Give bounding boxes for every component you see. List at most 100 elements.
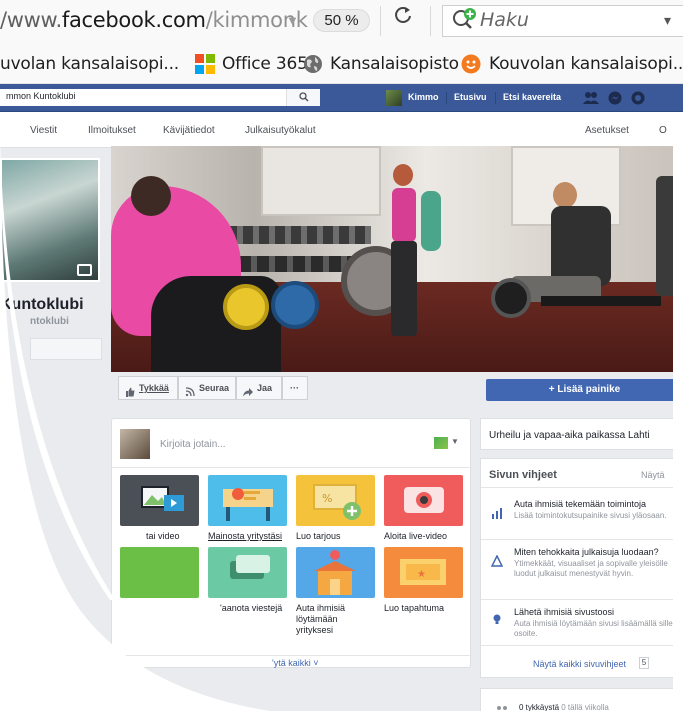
likes-count: 0 tykkäystä: [519, 703, 560, 711]
tab-notifications[interactable]: Ilmoitukset: [88, 125, 136, 136]
tile-green[interactable]: [120, 547, 199, 598]
facebook-search-button[interactable]: [286, 89, 320, 106]
show-all-link[interactable]: 'ytä kaikki ˅: [272, 658, 319, 668]
messenger-icon[interactable]: [608, 91, 622, 105]
tile-label-event[interactable]: Luo tapahtuma: [384, 603, 444, 614]
likes-people-icon: [495, 702, 509, 711]
tile-label-promote[interactable]: Mainosta yritystäsi: [208, 531, 282, 542]
like-label: Tykkää: [139, 383, 169, 393]
create-username-button[interactable]: [30, 338, 102, 360]
tip-desc-2: Ytimekkäät, visuaaliset ja sopivalle yle…: [514, 559, 668, 578]
divider: [112, 655, 472, 656]
tab-insights[interactable]: Kävijätiedot: [163, 125, 215, 136]
camera-icon[interactable]: [77, 264, 92, 276]
bookmark-office-365[interactable]: Office 365: [222, 54, 308, 74]
zoom-level-badge[interactable]: 50 %: [313, 9, 370, 32]
tip-title-3[interactable]: Lähetä ihmisiä sivustoosi: [514, 607, 614, 617]
tip-title-1[interactable]: Auta ihmisiä tekemään toimintoja: [514, 499, 646, 509]
divider: [481, 645, 683, 646]
triangle-icon: [490, 554, 504, 567]
chevron-down-icon[interactable]: ▼: [451, 437, 459, 446]
tip-title-2[interactable]: Miten tehokkaita julkaisuja luodaan?: [514, 547, 659, 557]
person-gray-shirt: [551, 206, 611, 286]
cover-window: [261, 146, 381, 216]
tip-desc-3: Auta ihmisiä löytämään sivusi lisäämällä…: [514, 619, 673, 638]
facebook-search-value: mmon Kuntoklubi: [6, 91, 76, 101]
tile-promote[interactable]: [208, 475, 287, 526]
tab-messages[interactable]: Viestit: [30, 125, 57, 136]
tips-show-link[interactable]: Näytä: [641, 470, 665, 480]
toolbar-divider: [380, 6, 381, 36]
tile-live-video[interactable]: [384, 475, 463, 526]
thumbs-up-icon: [125, 383, 135, 397]
person-leggings: [391, 241, 417, 336]
web-search-field[interactable]: [442, 5, 683, 37]
tab-settings[interactable]: Asetukset: [585, 125, 629, 136]
likes-summary: 0 tykkäystä 0 tällä viikolla: [519, 703, 609, 711]
url-dropdown-icon[interactable]: ▼: [286, 13, 299, 28]
follow-label: Seuraa: [199, 383, 230, 393]
composer-avatar: [120, 429, 150, 459]
web-search-placeholder: Haku: [480, 9, 529, 31]
notifications-globe-icon[interactable]: [631, 91, 645, 105]
nav-profile-link[interactable]: Kimmo: [408, 92, 439, 102]
tile-label-message[interactable]: 'aanota viestejä: [220, 603, 282, 614]
orange-face-icon: [461, 54, 481, 74]
follow-button[interactable]: Seuraa: [178, 376, 236, 400]
weight-plate: [271, 281, 319, 329]
bulb-icon: [491, 613, 503, 625]
like-button[interactable]: Tykkää: [118, 376, 178, 400]
tile-label-live-video[interactable]: Aloita live-video: [384, 531, 447, 542]
category-text: Urheilu ja vapaa-aika paikassa Lahti: [489, 430, 650, 441]
search-engine-icon[interactable]: [452, 7, 478, 36]
nav-divider: [446, 92, 447, 104]
composer-input[interactable]: Kirjoita jotain...: [160, 439, 226, 450]
facebook-top-bar: mmon Kuntoklubi Kimmo Etusivu Etsi kaver…: [0, 84, 683, 112]
person-head: [553, 182, 577, 208]
nav-home-link[interactable]: Etusivu: [454, 92, 487, 102]
page-tips-card: Sivun vihjeet Näytä Auta ihmisiä tekemää…: [480, 458, 683, 678]
globe-icon: [303, 54, 323, 74]
page-handle: ntoklubi: [30, 316, 69, 327]
search-menu-arrow-icon[interactable]: ▾: [664, 12, 671, 29]
nav-find-friends-link[interactable]: Etsi kavereita: [503, 92, 561, 102]
tab-help[interactable]: O: [659, 125, 667, 136]
person-pink-shirt: [392, 188, 416, 242]
tips-show-all-link[interactable]: Näytä kaikki sivuvihjeet: [533, 659, 626, 669]
tile-photo-video[interactable]: [120, 475, 199, 526]
tab-publishing-tools[interactable]: Julkaisutyökalut: [245, 125, 316, 136]
url-field[interactable]: /www.facebook.com/kimmonk: [0, 8, 308, 32]
divider: [481, 487, 683, 488]
facebook-search-input[interactable]: mmon Kuntoklubi: [0, 89, 320, 106]
page-profile-picture[interactable]: [0, 158, 100, 282]
media-picker-icon[interactable]: [434, 437, 448, 449]
likes-week: 0 tällä viikolla: [561, 703, 609, 711]
tile-message[interactable]: [208, 547, 287, 598]
user-avatar[interactable]: [386, 90, 402, 106]
reload-icon[interactable]: [394, 5, 412, 31]
divider: [481, 539, 683, 540]
tile-find-business[interactable]: [296, 547, 375, 598]
tip-desc-1: Lisää toimintokutsupainike sivusi yläosa…: [514, 511, 667, 520]
tile-label-offer[interactable]: Luo tarjous: [296, 531, 341, 542]
tile-event[interactable]: ★: [384, 547, 463, 598]
more-button[interactable]: ···: [282, 376, 308, 400]
post-composer: Kirjoita jotain... ▼ % tai video Mainost…: [111, 418, 472, 668]
share-arrow-icon: [243, 383, 253, 397]
bookmark-kansalaisopisto[interactable]: Kansalaisopisto: [330, 54, 459, 74]
svg-text:%: %: [322, 492, 332, 505]
share-button[interactable]: Jaa: [236, 376, 282, 400]
add-button[interactable]: + Lisää painike: [486, 379, 683, 401]
divider: [481, 599, 683, 600]
tile-offer[interactable]: %: [296, 475, 375, 526]
person-head: [131, 176, 171, 216]
bookmark-kouvolan-1[interactable]: uvolan kansalaisopi...: [0, 54, 179, 74]
bookmark-kouvolan-2[interactable]: Kouvolan kansalaisopi...: [489, 54, 683, 74]
facebook-page: mmon Kuntoklubi Kimmo Etusivu Etsi kaver…: [0, 84, 683, 711]
tile-label-photo-video[interactable]: tai video: [146, 531, 180, 542]
gym-bench: [541, 296, 661, 306]
friend-requests-icon[interactable]: [583, 91, 599, 105]
tips-count-badge: 5: [639, 657, 649, 669]
tile-label-find-business[interactable]: Auta ihmisiä löytämään yrityksesi: [296, 603, 366, 636]
cover-photo[interactable]: [111, 146, 683, 372]
